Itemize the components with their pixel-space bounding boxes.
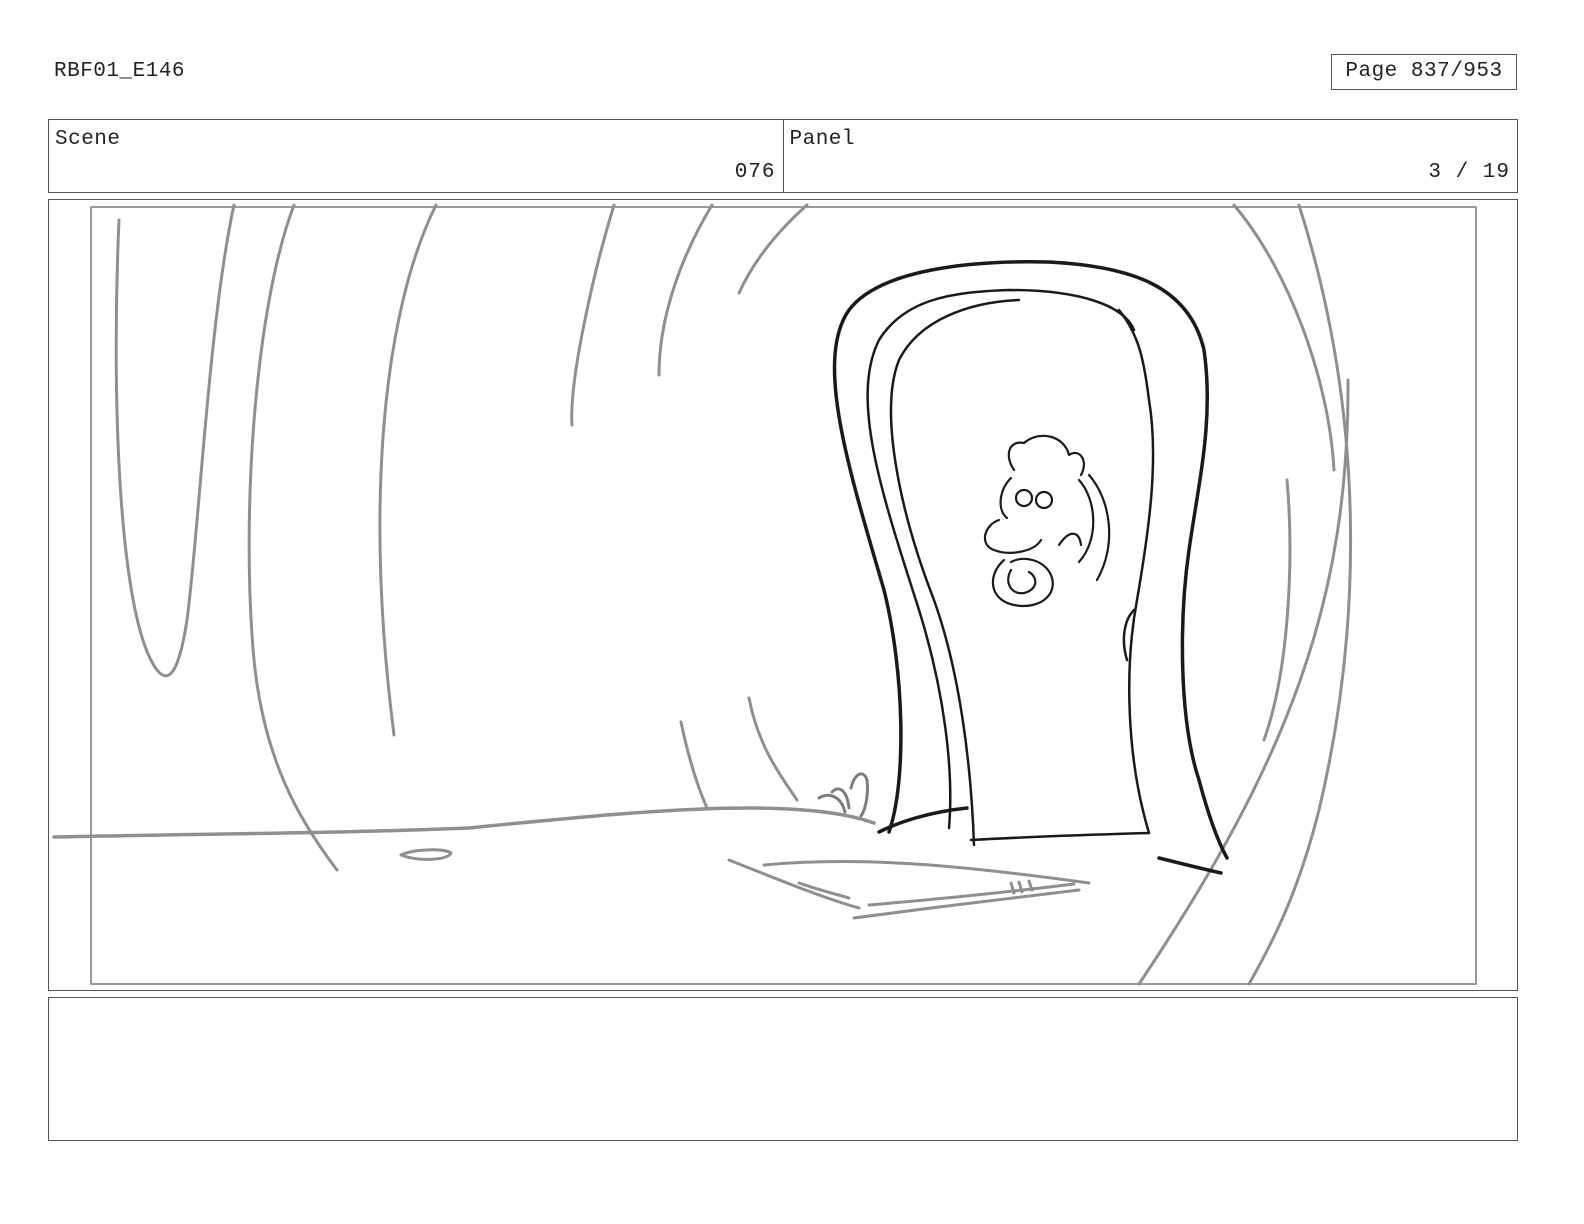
ground-line xyxy=(52,806,876,839)
storyboard-panel xyxy=(48,199,1518,991)
production-code: RBF01_E146 xyxy=(54,60,186,83)
safe-area-frame xyxy=(90,206,1477,985)
doormat xyxy=(727,858,1091,920)
panel-cell: Panel 3 / 19 xyxy=(782,120,1518,192)
scene-number: 076 xyxy=(734,161,776,184)
scene-panel-info-bar: Scene 076 Panel 3 / 19 xyxy=(48,119,1518,193)
storyboard-sketch xyxy=(52,203,1477,986)
scene-cell: Scene 076 xyxy=(49,120,783,192)
panel-number: 3 / 19 xyxy=(1428,161,1510,184)
scene-label: Scene xyxy=(55,128,121,151)
grass-tuft xyxy=(817,772,869,818)
page-indicator: Page 837/953 xyxy=(1331,54,1517,90)
door-arch xyxy=(832,260,1229,875)
panel-label: Panel xyxy=(789,128,856,151)
pebble xyxy=(399,848,453,861)
tree-trunk-lines xyxy=(114,203,1353,986)
door-inner xyxy=(866,288,1155,847)
door-knocker xyxy=(983,434,1111,608)
panel-notes xyxy=(48,997,1518,1141)
